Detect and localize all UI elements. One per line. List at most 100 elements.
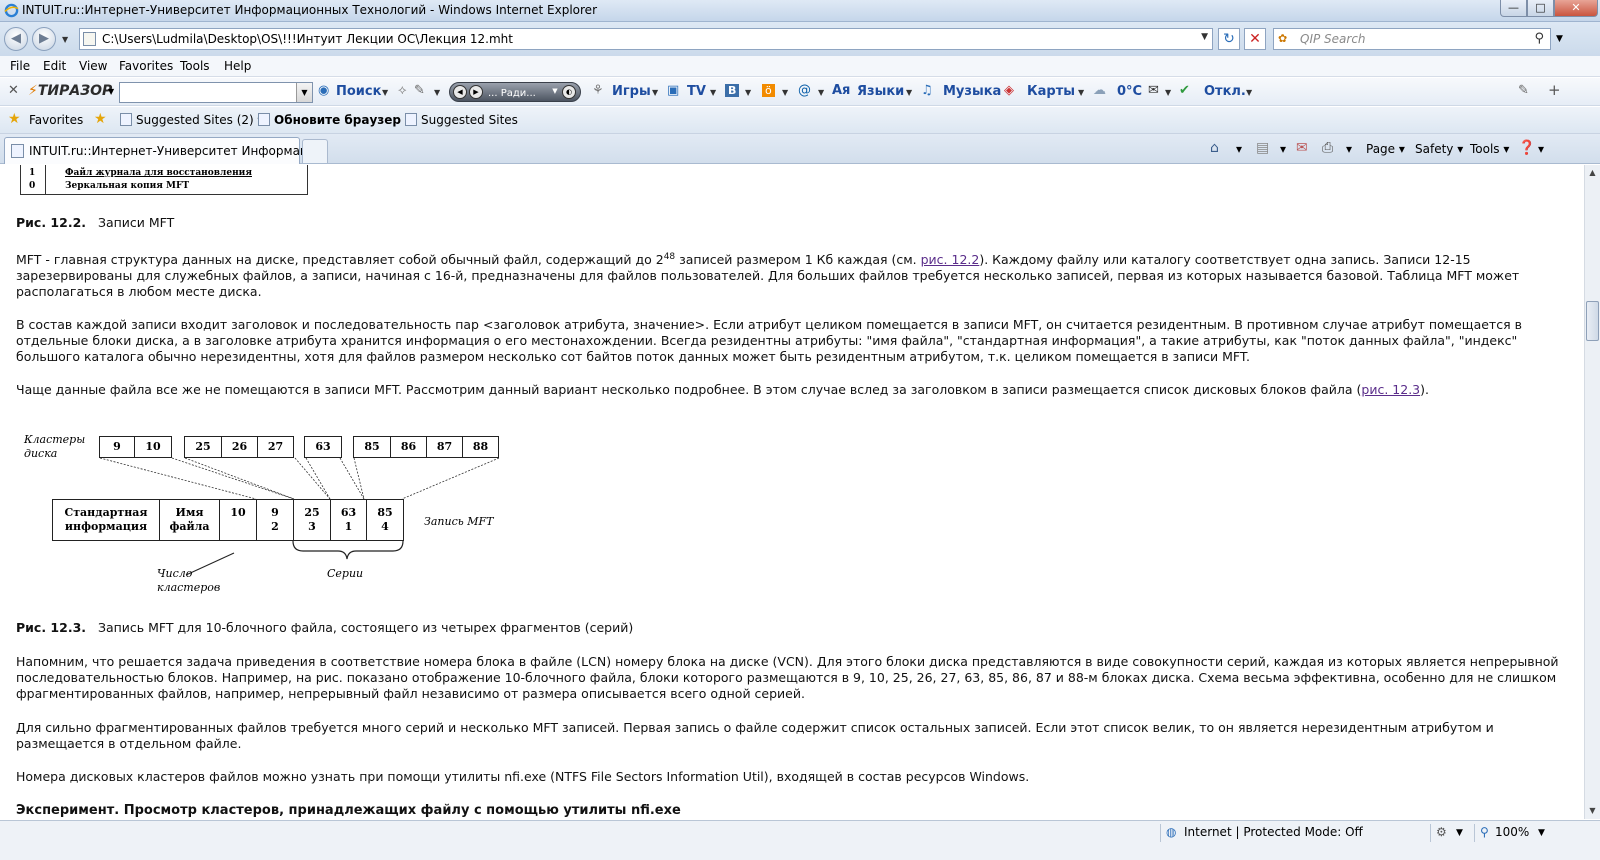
add-toolbar-icon[interactable]: + xyxy=(1548,81,1561,99)
maps-dropdown-icon[interactable]: ▼ xyxy=(1078,88,1084,97)
games-dropdown-icon[interactable]: ▼ xyxy=(652,88,658,97)
record-std-line2: информация xyxy=(64,520,148,533)
vertical-scrollbar[interactable]: ▲ ▼ xyxy=(1584,165,1600,819)
search-options-dropdown-icon[interactable]: ▼ xyxy=(1556,34,1563,44)
read-mail-icon[interactable]: ✉ xyxy=(1296,140,1308,156)
print-dropdown-icon[interactable]: ▾ xyxy=(1346,142,1352,156)
protected-mode-icon[interactable]: ⚙ xyxy=(1436,825,1447,839)
radio-volume-icon[interactable]: ◐ xyxy=(562,85,576,99)
link-fig-12-3[interactable]: рис. 12.3 xyxy=(1361,382,1420,397)
maximize-button[interactable]: □ xyxy=(1527,0,1554,17)
new-tab-button[interactable] xyxy=(302,139,328,163)
close-button[interactable]: ✕ xyxy=(1554,0,1598,17)
scroll-thumb[interactable] xyxy=(1586,301,1599,341)
status-divider xyxy=(1160,824,1161,842)
odnoklassniki-dropdown-icon[interactable]: ▼ xyxy=(782,88,788,97)
radio-player[interactable]: ◀ ▶ ... Ради... ▼ ◐ xyxy=(449,82,581,102)
add-favorites-icon[interactable]: ★ xyxy=(94,111,107,127)
page-menu[interactable]: Page ▾ xyxy=(1366,142,1405,156)
pen-dropdown-icon[interactable]: ▼ xyxy=(434,88,440,97)
favorites-button[interactable]: Favorites xyxy=(29,113,83,127)
qip-icon: ✿ xyxy=(1278,32,1288,45)
radio-prev-icon[interactable]: ◀ xyxy=(453,85,467,99)
minimize-button[interactable]: — xyxy=(1500,0,1527,17)
radio-play-icon[interactable]: ▶ xyxy=(469,85,483,99)
help-dropdown-icon[interactable]: ▾ xyxy=(1538,142,1544,156)
menu-view[interactable]: View xyxy=(79,59,107,73)
toolbar-off[interactable]: Откл. xyxy=(1204,84,1246,99)
suggested-sites-2[interactable]: Suggested Sites xyxy=(405,113,518,127)
scroll-down-icon[interactable]: ▼ xyxy=(1585,803,1600,819)
search-icon[interactable]: ⚲ xyxy=(1534,31,1544,46)
back-button[interactable]: ◀ xyxy=(4,27,28,51)
zoom-dropdown-icon[interactable]: ▼ xyxy=(1538,828,1545,838)
pen-icon[interactable]: ✎ xyxy=(414,83,425,98)
suggested-sites-1[interactable]: Suggested Sites (2) ▾ xyxy=(120,113,264,127)
history-dropdown-icon[interactable]: ▼ xyxy=(62,35,68,44)
envelope-dropdown-icon[interactable]: ▼ xyxy=(1165,88,1171,97)
tools-menu[interactable]: Tools ▾ xyxy=(1470,142,1509,156)
p1-a: MFT - главная структура данных на диске,… xyxy=(16,252,664,268)
toolbar-search-input[interactable]: ▼ xyxy=(119,82,313,103)
search-dropdown-icon[interactable]: ▼ xyxy=(382,88,388,97)
toolbar-games[interactable]: Игры xyxy=(612,84,651,99)
title-bar: INTUIT.ru::Интернет-Университет Информац… xyxy=(0,0,1600,22)
update-browser-link[interactable]: Обновите браузер ▾ xyxy=(258,113,411,127)
link-fig-12-2[interactable]: рис. 12.2 xyxy=(921,252,980,267)
mail-at-icon[interactable]: @ xyxy=(798,83,811,98)
page-content: 1 Файл журнала для восстановления 0 Зерк… xyxy=(0,165,1584,819)
mail-envelope-icon[interactable]: ✉ xyxy=(1148,83,1159,98)
caption-number: Рис. 12.3. xyxy=(16,620,87,635)
help-icon[interactable]: ❓ xyxy=(1518,140,1535,156)
menu-help[interactable]: Help xyxy=(224,59,251,73)
address-bar[interactable]: C:\Users\Ludmila\Desktop\OS\!!!Интуит Ле… xyxy=(79,28,1213,50)
radio-dropdown-icon[interactable]: ▼ xyxy=(548,85,562,99)
combo-dropdown-icon[interactable]: ▼ xyxy=(296,83,312,102)
vkontakte-dropdown-icon[interactable]: ▼ xyxy=(745,88,751,97)
address-url[interactable]: C:\Users\Ludmila\Desktop\OS\!!!Интуит Ле… xyxy=(102,32,513,46)
menu-favorites[interactable]: Favorites xyxy=(119,59,173,73)
disk-clusters-label: Кластеры диска xyxy=(24,433,85,461)
record-run: 25 3 xyxy=(293,499,331,541)
feeds-dropdown-icon[interactable]: ▾ xyxy=(1280,142,1286,156)
security-zone[interactable]: Internet | Protected Mode: Off xyxy=(1184,825,1363,839)
toolbar-close-icon[interactable]: ✕ xyxy=(8,83,19,98)
scroll-up-icon[interactable]: ▲ xyxy=(1585,165,1600,181)
toolbar-maps[interactable]: Карты xyxy=(1027,84,1075,99)
logo-dropdown-icon[interactable]: ▼ xyxy=(108,87,114,96)
tv-dropdown-icon[interactable]: ▼ xyxy=(710,88,716,97)
disk-label-line2: диска xyxy=(24,447,58,460)
off-dropdown-icon[interactable]: ▼ xyxy=(1246,88,1252,97)
cluster-count-label: Число кластеров xyxy=(157,567,220,595)
mail-dropdown-icon[interactable]: ▼ xyxy=(818,88,824,97)
forward-button[interactable]: ▶ xyxy=(32,27,56,51)
record-std-line1: Стандартная xyxy=(64,506,148,519)
address-dropdown-icon[interactable]: ▼ xyxy=(1201,32,1208,42)
menu-tools[interactable]: Tools xyxy=(180,59,210,73)
stop-button[interactable]: ✕ xyxy=(1244,28,1266,50)
protected-dropdown-icon[interactable]: ▼ xyxy=(1456,828,1463,838)
highlight-icon[interactable]: ⟡ xyxy=(398,83,407,98)
tiraz-logo[interactable]: ⚡ТИРАЗОР xyxy=(28,83,112,99)
feeds-icon[interactable]: ▤ xyxy=(1256,140,1269,156)
home-icon[interactable]: ⌂ xyxy=(1210,140,1219,156)
zoom-level[interactable]: 100% xyxy=(1495,825,1529,839)
toolbar-weather[interactable]: 0°C xyxy=(1117,84,1142,99)
menu-edit[interactable]: Edit xyxy=(43,59,66,73)
odnoklassniki-icon[interactable]: ö xyxy=(762,84,775,97)
toolbar-tv[interactable]: TV xyxy=(687,84,706,99)
home-dropdown-icon[interactable]: ▾ xyxy=(1236,142,1242,156)
refresh-button[interactable]: ↻ xyxy=(1218,28,1240,50)
tab-intuit[interactable]: INTUIT.ru::Интернет-Университет Информац… xyxy=(4,137,327,164)
languages-dropdown-icon[interactable]: ▼ xyxy=(906,88,912,97)
menu-file[interactable]: File xyxy=(10,59,30,73)
toolbar-languages[interactable]: Языки xyxy=(857,84,904,99)
search-box[interactable]: ✿ QIP Search ⚲ xyxy=(1273,28,1551,50)
vkontakte-icon[interactable]: B xyxy=(725,84,740,97)
figure-12-3: Кластеры диска 9 10 25 26 27 63 85 86 87… xyxy=(20,427,540,605)
toolbar-music[interactable]: Музыка xyxy=(943,84,1001,99)
safety-menu[interactable]: Safety ▾ xyxy=(1415,142,1463,156)
toolbar-search-button[interactable]: Поиск xyxy=(336,84,381,99)
print-icon[interactable]: ⎙ xyxy=(1322,140,1333,156)
wrench-icon[interactable]: ✎ xyxy=(1518,83,1529,98)
